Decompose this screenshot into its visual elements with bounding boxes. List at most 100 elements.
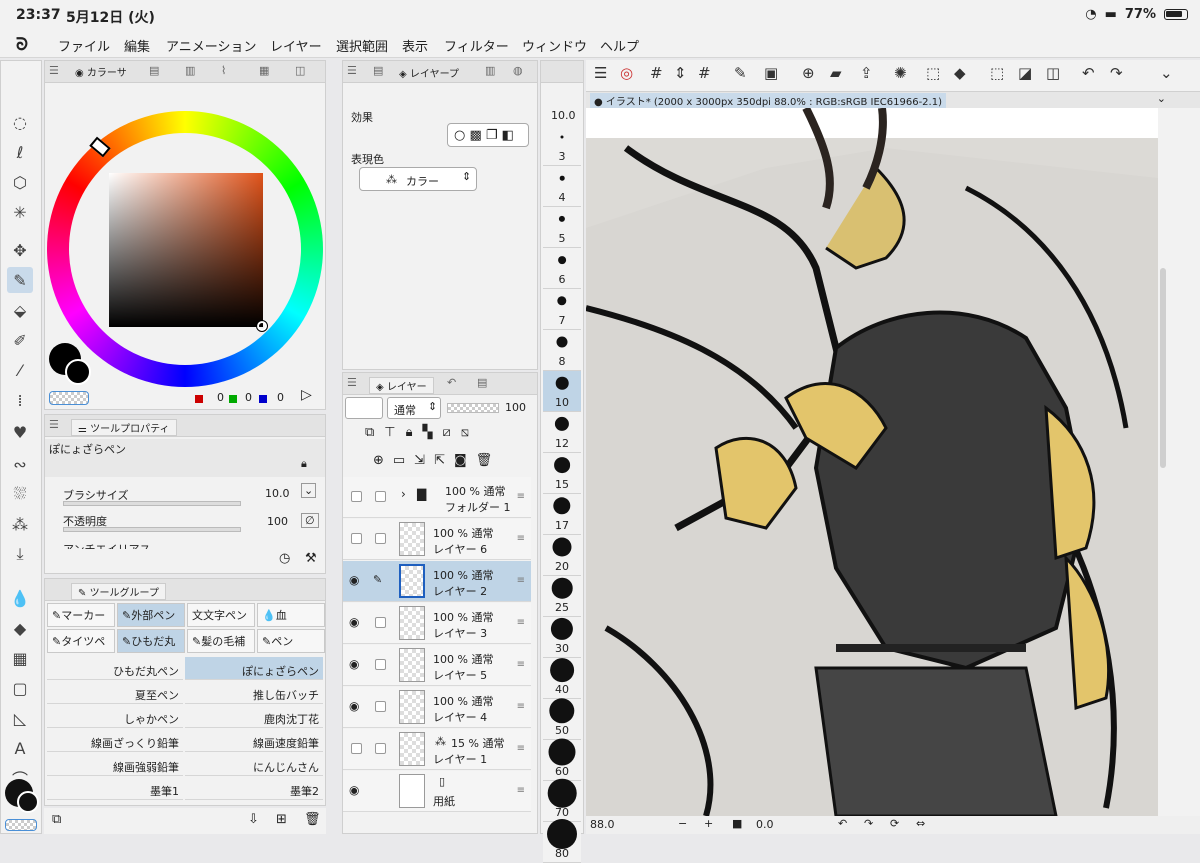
group-external-pen[interactable]: ✎ 外部ペン [117, 603, 185, 627]
transparent-chip[interactable] [49, 391, 89, 405]
tab-icon-2[interactable]: ▤ [149, 64, 159, 77]
pen-icon[interactable]: ✎ [734, 64, 747, 82]
menu-edit[interactable]: 編集 [124, 36, 150, 55]
layer-row[interactable]: ◉ 100 % 通常 レイヤー 5 ≡ [343, 645, 531, 686]
tab-icon-4[interactable]: ⌇ [221, 64, 226, 77]
brush-size-item[interactable]: 30 [543, 617, 581, 658]
zoom-out-icon[interactable]: − [678, 817, 687, 830]
grid-icon[interactable]: # [650, 64, 663, 82]
layer-tab[interactable]: ◈ レイヤー [369, 377, 434, 394]
menu-help[interactable]: ヘルプ [600, 36, 639, 55]
loading-icon[interactable]: ✺ [894, 64, 907, 82]
brush-size-item[interactable]: 4 [543, 166, 581, 207]
tab-icon[interactable]: ▥ [485, 64, 495, 77]
menu-layer[interactable]: レイヤー [270, 36, 322, 55]
fill-drops-icon[interactable]: 💧 [7, 585, 33, 611]
grid2-icon[interactable]: # [698, 64, 711, 82]
operation-tool-icon[interactable]: ◌ [7, 109, 33, 135]
group-tights[interactable]: ✎ タイツペ [47, 629, 115, 653]
layer-toolbar-row2[interactable]: ⊕▭⇲⇱◙🗑︎ [373, 453, 501, 468]
pen-tool-icon[interactable]: ✎ [7, 267, 33, 293]
redo-icon[interactable]: ↷ [1110, 64, 1123, 82]
panel-menu-icon[interactable]: ☰ [347, 376, 357, 389]
brush-item-selected[interactable]: ぽにょざらペン [185, 657, 323, 680]
reset-icon[interactable]: ◷ [279, 551, 290, 566]
history-tab-icon[interactable]: ↶ [447, 376, 456, 389]
fill-icon[interactable]: ◆ [954, 64, 966, 82]
opacity-value[interactable]: 100 [267, 515, 288, 528]
menu-icon[interactable]: ☰ [594, 64, 607, 82]
brush-size-item[interactable]: 80 [543, 819, 581, 863]
tab-icon-3[interactable]: ▥ [185, 64, 195, 77]
layer-opacity-slider[interactable] [447, 403, 499, 413]
pencil-tool-icon[interactable]: ✐ [7, 327, 33, 353]
window-icon[interactable]: ▣ [764, 64, 778, 82]
brush-size-item[interactable]: 20 [543, 535, 581, 576]
menu-view[interactable]: 表示 [402, 36, 428, 55]
brush-size-item[interactable]: 60 [543, 738, 581, 781]
layer-toolbar-row1[interactable]: ⧉⊤🔒︎▚⧄⧅ [365, 425, 479, 440]
brush-size-item[interactable]: 10 [543, 371, 581, 412]
airbrush-tool-icon[interactable]: ⛆ [7, 481, 33, 507]
saturation-value-square[interactable] [109, 173, 263, 327]
text-tool-icon[interactable]: A [7, 735, 33, 761]
import-icon[interactable]: ⇩ [248, 812, 259, 827]
tab-icon-6[interactable]: ◫ [295, 64, 305, 77]
brush-size-item[interactable]: 5 [543, 207, 581, 248]
brush-item[interactable]: 夏至ペン [47, 681, 183, 704]
layer-property-tab[interactable]: ◈ レイヤープ [399, 65, 459, 80]
gradient-tool-icon[interactable]: ▦ [7, 645, 33, 671]
brush-size-item[interactable]: 3 [543, 125, 581, 166]
add-brush-icon[interactable]: ⊞ [276, 812, 287, 827]
layer-mask-select[interactable] [345, 397, 383, 419]
color-picker-handle[interactable] [256, 320, 268, 332]
tab-icon-5[interactable]: ▦ [259, 64, 269, 77]
3d-tool-icon[interactable]: ⬡ [7, 169, 33, 195]
brush-item[interactable]: にんじんさん [185, 753, 323, 776]
frame-tool-icon[interactable]: ◺ [7, 705, 33, 731]
brush-size-item[interactable]: 12 [543, 412, 581, 453]
deselect-icon[interactable]: ⬚ [990, 64, 1004, 82]
brush-item[interactable]: 線画速度鉛筆 [185, 729, 323, 752]
canvas-title-tab[interactable]: ● イラスト* (2000 x 3000px 350dpi 88.0% : RG… [590, 93, 946, 108]
brush-size-value[interactable]: 10.0 [265, 487, 290, 500]
eraser-tool-icon[interactable]: ⬙ [7, 297, 33, 323]
brush-item[interactable]: 線画ざっくり鉛筆 [47, 729, 183, 752]
chevron-down-icon[interactable]: ⌄ [1157, 92, 1166, 105]
reset-rotation-icon[interactable]: ⟳ [890, 817, 899, 830]
tab-icon[interactable]: ▤ [373, 64, 383, 77]
tool-group-tab[interactable]: ✎ ツールグループ [71, 583, 166, 600]
tool-property-tab[interactable]: ⚌ ツールプロパティ [71, 419, 177, 436]
zoom-stop-icon[interactable]: ■ [732, 817, 742, 830]
opacity-slider[interactable] [63, 527, 241, 532]
blend-mode-select[interactable]: 通常 ⇕ [387, 397, 441, 419]
move-tool-icon[interactable]: ✥ [7, 237, 33, 263]
brush-size-slider[interactable] [63, 501, 241, 506]
group-blood[interactable]: 💧 血 [257, 603, 325, 627]
share-icon[interactable]: ⇪ [860, 64, 873, 82]
brush-item[interactable]: 推し缶バッチ [185, 681, 323, 704]
brush-tool-icon[interactable]: ⁄ [7, 357, 33, 383]
panel-menu-icon[interactable]: ☰ [49, 64, 59, 77]
invert-icon[interactable]: ◪ [1018, 64, 1032, 82]
brush-item[interactable]: 墨筆2 [185, 777, 323, 800]
rectangle-tool-icon[interactable]: ▢ [7, 675, 33, 701]
layer-row-selected[interactable]: ◉ ✎ 100 % 通常 レイヤー 2 ≡ [343, 561, 531, 602]
scatter-tool-icon[interactable]: ⁂ [7, 511, 33, 537]
layer-row[interactable]: ⁂ 15 % 通常 レイヤー 1 ≡ [343, 729, 531, 770]
magic-wand-icon[interactable]: ✳ [7, 199, 33, 225]
delete-brush-icon[interactable]: 🗑︎ [304, 812, 321, 827]
expand-icon[interactable]: › [401, 487, 406, 501]
panel-menu-icon[interactable]: ☰ [347, 64, 357, 77]
layer-row[interactable]: ◉ 100 % 通常 レイヤー 4 ≡ [343, 687, 531, 728]
new-icon[interactable]: ⊕ [802, 64, 815, 82]
menu-file[interactable]: ファイル [58, 36, 110, 55]
zoom-value[interactable]: 88.0 [590, 818, 615, 831]
transparent-swatch[interactable] [5, 819, 37, 831]
decoration-tool-icon[interactable]: ⁞ [7, 387, 33, 413]
brush-size-dropdown-icon[interactable]: ⌄ [301, 483, 317, 498]
play-icon[interactable]: ▷ [301, 387, 312, 403]
menu-window[interactable]: ウィンドウ [522, 36, 587, 55]
clip-studio-icon[interactable]: ◎ [620, 64, 633, 82]
brush-size-item[interactable]: 70 [543, 778, 581, 822]
